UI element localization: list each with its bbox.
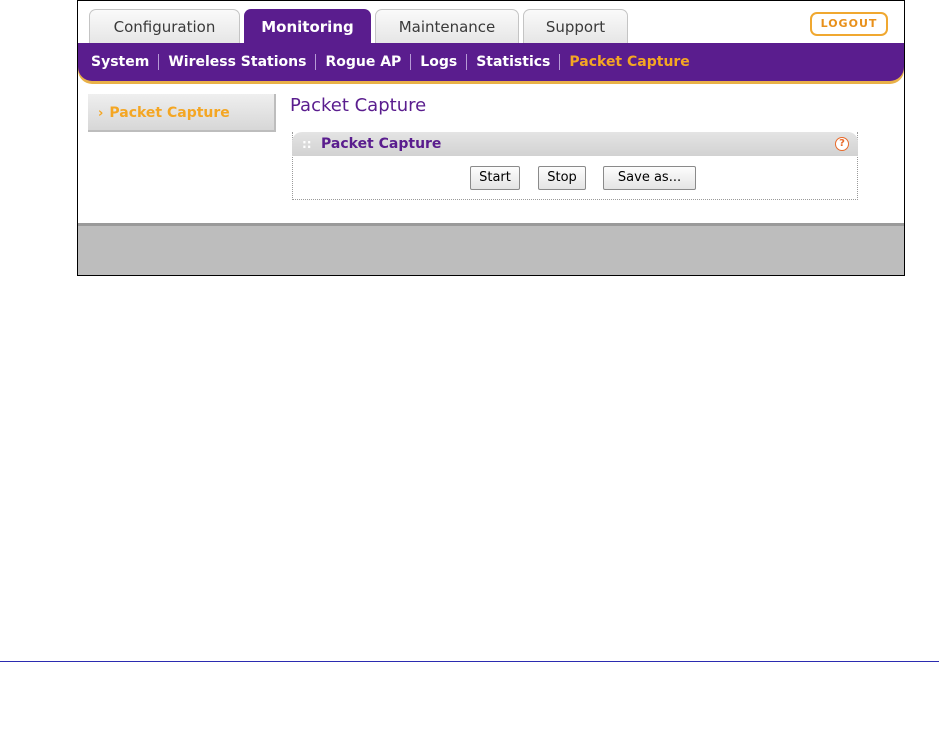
panel-title: Packet Capture [321,136,442,152]
router-admin-window: Configuration Monitoring Maintenance Sup… [77,0,905,276]
subnav-rogue-ap[interactable]: Rogue AP [325,54,401,70]
main-tabs: Configuration Monitoring Maintenance Sup… [78,1,904,43]
subnav-divider [559,54,561,70]
start-button[interactable]: Start [470,166,520,190]
chevron-right-icon: › [98,106,104,121]
tab-maintenance[interactable]: Maintenance [375,9,519,43]
subnav-statistics[interactable]: Statistics [476,54,550,70]
panel-header: :: Packet Capture ? [292,132,858,156]
packet-capture-panel: :: Packet Capture ? Start Stop Save as..… [292,132,858,200]
logout-button[interactable]: LOGOUT [810,12,888,36]
subnav-divider [315,54,317,70]
sidebar-item-packet-capture[interactable]: › Packet Capture [88,94,276,132]
subnav-logs[interactable]: Logs [420,54,457,70]
grip-icon: :: [302,137,312,151]
sub-navigation: System Wireless Stations Rogue AP Logs S… [78,43,904,81]
subnav-divider [158,54,160,70]
sidebar-item-label: Packet Capture [109,105,230,121]
content-area: › Packet Capture Packet Capture :: Packet… [78,85,904,223]
subnav-divider [410,54,412,70]
footer-band [78,223,904,275]
subnav-packet-capture[interactable]: Packet Capture [569,54,689,70]
subnav-wireless-stations[interactable]: Wireless Stations [168,54,306,70]
tab-support[interactable]: Support [523,9,628,43]
subnav-system[interactable]: System [91,54,149,70]
subnav-divider [466,54,468,70]
save-as-button[interactable]: Save as... [603,166,696,190]
page-divider [0,661,939,662]
tab-configuration[interactable]: Configuration [89,9,240,43]
tab-monitoring[interactable]: Monitoring [244,9,371,43]
page-title: Packet Capture [290,95,427,116]
stop-button[interactable]: Stop [538,166,586,190]
help-icon[interactable]: ? [835,137,849,151]
